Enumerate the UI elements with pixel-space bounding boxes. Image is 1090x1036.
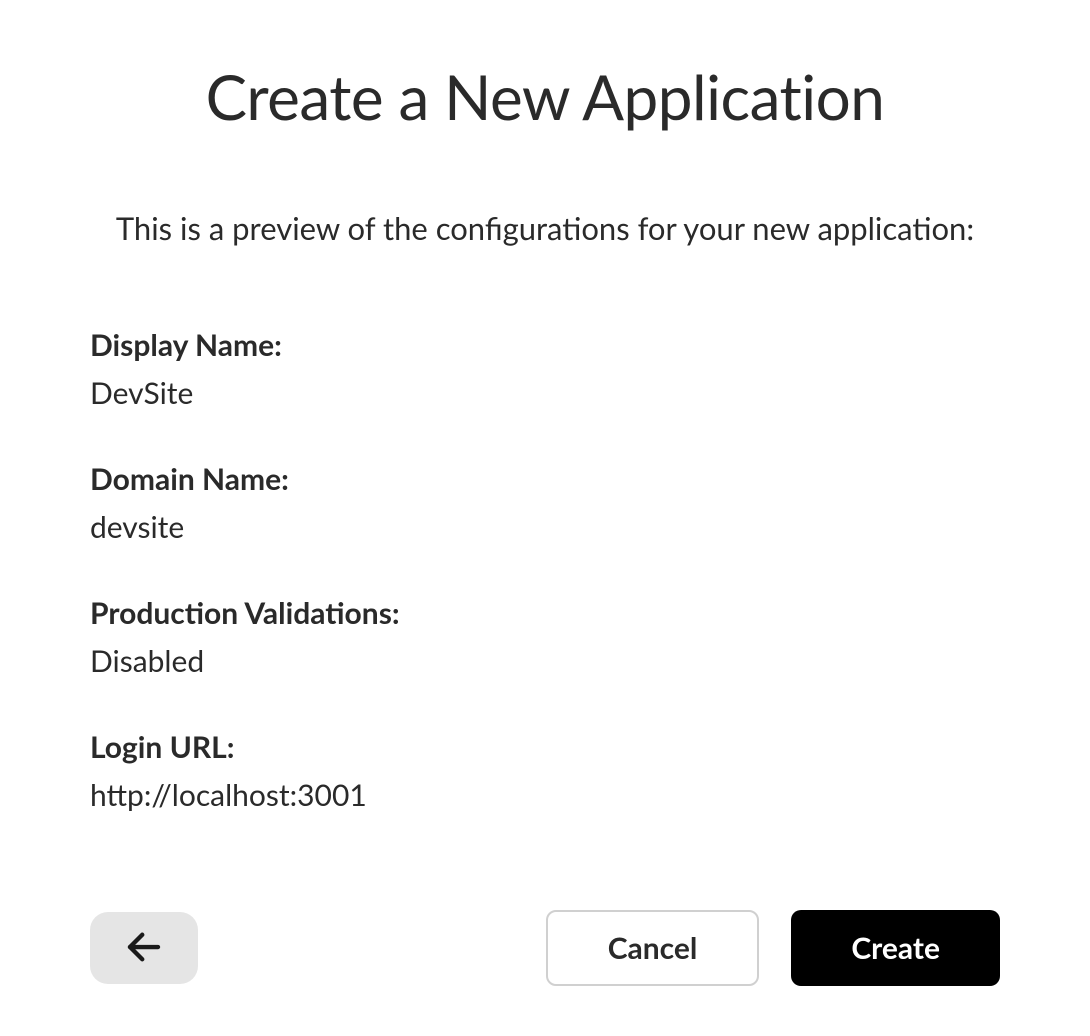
- config-item-domain-name: Domain Name: devsite: [90, 461, 1000, 545]
- page-subtitle: This is a preview of the configurations …: [90, 209, 1000, 247]
- config-item-production-validations: Production Validations: Disabled: [90, 595, 1000, 679]
- cancel-button[interactable]: Cancel: [546, 910, 760, 986]
- create-button[interactable]: Create: [791, 910, 1000, 986]
- config-item-login-url: Login URL: http://localhost:3001: [90, 729, 1000, 813]
- login-url-value: http://localhost:3001: [90, 777, 1000, 813]
- arrow-left-icon: [123, 926, 165, 971]
- page-title: Create a New Application: [90, 60, 1000, 134]
- footer-actions-bar: Cancel Create: [90, 910, 1000, 986]
- display-name-label: Display Name:: [90, 327, 1000, 363]
- production-validations-value: Disabled: [90, 643, 1000, 679]
- domain-name-label: Domain Name:: [90, 461, 1000, 497]
- footer-action-group: Cancel Create: [546, 910, 1000, 986]
- config-item-display-name: Display Name: DevSite: [90, 327, 1000, 411]
- config-preview-list: Display Name: DevSite Domain Name: devsi…: [90, 327, 1000, 850]
- production-validations-label: Production Validations:: [90, 595, 1000, 631]
- display-name-value: DevSite: [90, 375, 1000, 411]
- login-url-label: Login URL:: [90, 729, 1000, 765]
- domain-name-value: devsite: [90, 509, 1000, 545]
- back-button[interactable]: [90, 912, 198, 984]
